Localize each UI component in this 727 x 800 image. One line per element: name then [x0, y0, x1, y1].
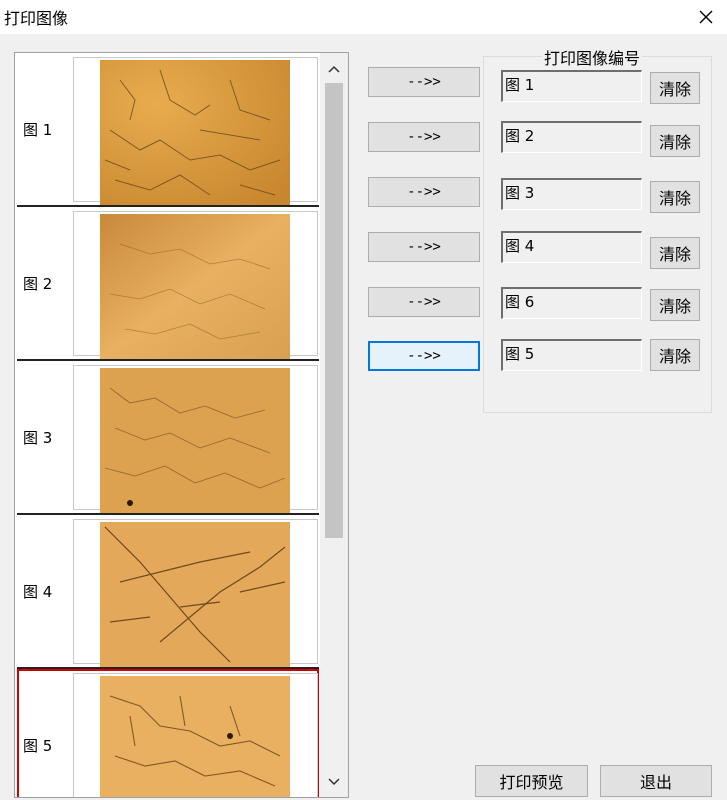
- thumbnail-frame: [73, 211, 318, 359]
- close-icon: [699, 10, 713, 24]
- micrograph-thumbnail: [100, 522, 290, 667]
- scroll-up-button[interactable]: [326, 61, 342, 77]
- thumbnail-frame: [73, 519, 318, 667]
- micrograph-thumbnail: [100, 676, 290, 797]
- chevron-down-icon: [328, 778, 340, 786]
- list-item[interactable]: 图 1: [17, 53, 319, 205]
- list-scrollbar[interactable]: [320, 53, 348, 797]
- list-item-label: 图 2: [23, 275, 53, 293]
- group-title: 打印图像编号: [542, 45, 643, 69]
- clear-slot-6-button[interactable]: 清除: [650, 339, 700, 371]
- add-to-slot-4-button[interactable]: -->>: [368, 232, 480, 262]
- exit-button[interactable]: 退出: [600, 765, 712, 797]
- add-to-slot-6-button[interactable]: -->>: [368, 341, 480, 371]
- slot-1-field[interactable]: 图 1: [501, 70, 642, 102]
- thumbnail-frame: [73, 673, 318, 797]
- window-title: 打印图像: [4, 9, 69, 28]
- close-button[interactable]: [693, 4, 719, 30]
- thumbnail-frame: [73, 365, 318, 513]
- scroll-down-button[interactable]: [326, 774, 342, 790]
- slot-3-field[interactable]: 图 3: [501, 178, 642, 210]
- clear-slot-3-button[interactable]: 清除: [650, 181, 700, 213]
- title-bar: 打印图像: [0, 0, 727, 34]
- list-item-selected[interactable]: 图 5: [17, 669, 319, 797]
- add-to-slot-1-button[interactable]: -->>: [368, 67, 480, 97]
- clear-slot-1-button[interactable]: 清除: [650, 72, 700, 104]
- micrograph-thumbnail: [100, 368, 290, 513]
- list-item-label: 图 1: [23, 121, 53, 139]
- scroll-thumb[interactable]: [325, 83, 343, 538]
- add-to-slot-3-button[interactable]: -->>: [368, 177, 480, 207]
- micrograph-thumbnail: [100, 60, 290, 205]
- list-item-label: 图 5: [23, 737, 53, 755]
- clear-slot-4-button[interactable]: 清除: [650, 237, 700, 269]
- list-item-label: 图 3: [23, 429, 53, 447]
- micrograph-thumbnail: [100, 214, 290, 359]
- clear-slot-2-button[interactable]: 清除: [650, 125, 700, 157]
- clear-slot-5-button[interactable]: 清除: [650, 289, 700, 321]
- list-item-label: 图 4: [23, 583, 53, 601]
- list-item[interactable]: 图 4: [17, 515, 319, 667]
- image-list[interactable]: 图 1 图 2 图 3 图 4 图 5: [14, 52, 349, 798]
- list-item[interactable]: 图 3: [17, 361, 319, 513]
- chevron-up-icon: [328, 65, 340, 73]
- thumbnail-frame: [73, 57, 318, 205]
- slot-4-field[interactable]: 图 4: [501, 231, 642, 263]
- slot-5-field[interactable]: 图 6: [501, 287, 642, 319]
- print-preview-button[interactable]: 打印预览: [475, 765, 588, 797]
- add-to-slot-2-button[interactable]: -->>: [368, 122, 480, 152]
- list-item[interactable]: 图 2: [17, 207, 319, 359]
- slot-6-field[interactable]: 图 5: [501, 339, 642, 371]
- slot-2-field[interactable]: 图 2: [501, 121, 642, 153]
- add-to-slot-5-button[interactable]: -->>: [368, 287, 480, 317]
